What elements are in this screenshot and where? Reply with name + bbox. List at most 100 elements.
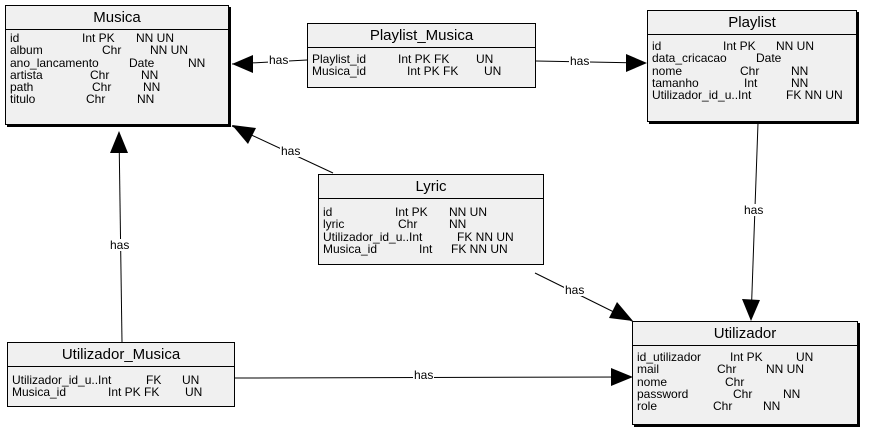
attribute-flags: NN [791, 75, 809, 90]
attribute-flags: FK NN UN [451, 241, 508, 256]
attribute-type: Chr [733, 386, 753, 401]
entity-title: Utilizador [633, 322, 857, 346]
attribute-name: titulo [10, 92, 36, 107]
attribute-flags: UN [185, 385, 203, 400]
attribute-flags: FK NN UN [786, 88, 843, 103]
attribute-flags: UN [796, 350, 814, 364]
arrowhead-pm-musica [232, 55, 253, 73]
entity-attributes: Playlist_id Int PK FK UN Musica_id Int PK F… [308, 48, 535, 78]
attribute-flags: NN [188, 55, 206, 70]
entity-attributes: id_utilizador Int PK UN mail Chr NN UN nome C… [633, 346, 857, 412]
edge-label-playlist-utilizador: has [743, 203, 765, 217]
entity-musica[interactable]: Musica id Int PK NN UN album Chr NN UN ano_l… [5, 5, 229, 125]
entity-playlist[interactable]: Playlist id Int PK NN UN data_cricacao Date… [647, 10, 857, 122]
entity-playlist-musica[interactable]: Playlist_Musica Playlist_id Int PK FK UN M… [307, 23, 536, 88]
entity-utilizador[interactable]: Utilizador id_utilizador Int PK UN mail Chr… [632, 321, 858, 425]
attribute-name: Utilizador_id_u..Int [652, 88, 752, 103]
attribute-row: id_utilizador Int PK UN [637, 351, 853, 363]
attribute-type: Chr [90, 67, 110, 82]
attribute-flags: UN [182, 373, 200, 387]
entity-attributes: id Int PK NN UN data_cricacao Date nome Chr N… [648, 35, 856, 101]
attribute-type: Int PK FK [407, 64, 459, 79]
attribute-type: Chr [740, 63, 760, 78]
attribute-row: titulo Chr NN [10, 93, 224, 105]
entity-utilizador-musica[interactable]: Utilizador_Musica Utilizador_id_u..Int FK… [7, 342, 235, 407]
arrowhead-um-musica [110, 131, 128, 153]
attribute-type: Chr [713, 399, 733, 414]
attribute-type: Int [419, 241, 433, 256]
edge-playlist-utilizador [750, 122, 759, 321]
attribute-row: password Chr NN [637, 388, 853, 400]
attribute-name: role [637, 399, 658, 414]
edge-um-musica [118, 131, 123, 343]
attribute-name: nome [652, 63, 683, 78]
edge-label-lyric-musica: has [280, 144, 302, 158]
attribute-name: id_utilizador [637, 350, 702, 364]
attribute-type: Int PK [395, 205, 428, 219]
entity-title: Playlist [648, 11, 856, 35]
attribute-row: album Chr NN UN [10, 44, 224, 56]
attribute-name: path [10, 80, 34, 95]
arrowhead-um-utilizador [611, 368, 633, 386]
attribute-flags: FK NN UN [457, 229, 514, 244]
attribute-flags: NN UN [150, 43, 188, 58]
edge-label-lyric-utilizador: has [564, 283, 586, 297]
attribute-row: data_cricacao Date [652, 52, 852, 64]
attribute-row: lyric Chr NN [323, 218, 539, 230]
arrowhead-lyric-utilizador [609, 302, 633, 321]
attribute-type: Chr [86, 92, 106, 107]
entity-title: Utilizador_Musica [8, 343, 234, 367]
attribute-type: FK [146, 373, 162, 387]
attribute-type: Chr [102, 43, 122, 58]
attribute-name: Musica_id [12, 385, 67, 400]
attribute-flags: NN [783, 386, 801, 401]
attribute-type: Int PK [82, 31, 115, 45]
arrowhead-pm-playlist [626, 54, 647, 72]
attribute-row: Musica_id Int PK FK UN [12, 386, 230, 398]
attribute-type: Int PK FK [398, 52, 450, 66]
attribute-row: path Chr NN [10, 81, 224, 93]
entity-title: Lyric [319, 175, 543, 199]
attribute-type: Date [129, 55, 155, 70]
entity-title: Musica [6, 6, 228, 30]
entity-attributes: id Int PK NN UN lyric Chr NN Utilizador_id_u… [319, 199, 543, 255]
attribute-flags: NN UN [776, 39, 814, 53]
attribute-name: Utilizador_id_u..Int [12, 373, 112, 387]
attribute-name: Musica_id [312, 64, 367, 79]
attribute-name: nome [637, 374, 668, 389]
attribute-type: Chr [92, 80, 112, 95]
attribute-row: Musica_id Int PK FK UN [312, 65, 531, 77]
attribute-type: Chr [717, 362, 737, 377]
attribute-name: id [323, 205, 333, 219]
attribute-name: Utilizador_id_u..Int [323, 229, 423, 244]
attribute-flags: NN UN [449, 205, 487, 219]
attribute-name: ano_lancamento [10, 55, 99, 70]
attribute-type: Int PK [723, 39, 756, 53]
arrowhead-playlist-utilizador [742, 299, 760, 321]
attribute-name: id [10, 31, 20, 45]
edge-label-pm-musica: has [268, 53, 290, 67]
attribute-type: Date [756, 51, 782, 66]
attribute-type: Int [744, 75, 758, 90]
attribute-flags: NN [449, 217, 467, 232]
attribute-row: mail Chr NN UN [637, 363, 853, 375]
attribute-flags: NN UN [136, 31, 174, 45]
attribute-name: password [637, 386, 689, 401]
entity-attributes: Utilizador_id_u..Int FK UN Musica_id Int PK… [8, 367, 234, 399]
attribute-name: tamanho [652, 75, 699, 90]
attribute-row: Utilizador_id_u..Int FK NN UN [652, 89, 852, 101]
attribute-flags: NN [137, 92, 155, 107]
entity-attributes: id Int PK NN UN album Chr NN UN ano_lancamen… [6, 30, 228, 106]
attribute-name: Playlist_id [312, 52, 367, 66]
entity-title: Playlist_Musica [308, 24, 535, 48]
attribute-name: mail [637, 362, 660, 377]
entity-lyric[interactable]: Lyric id Int PK NN UN lyric Chr NN Utilizado… [318, 174, 544, 265]
attribute-type: Int PK [730, 350, 763, 364]
edge-label-um-utilizador: has [413, 368, 435, 382]
attribute-row: artista Chr NN [10, 69, 224, 81]
attribute-name: data_cricacao [652, 51, 727, 66]
attribute-name: artista [10, 67, 43, 82]
attribute-type: Chr [725, 374, 745, 389]
arrowhead-lyric-musica [232, 125, 256, 144]
edge-label-um-musica: has [109, 238, 131, 252]
